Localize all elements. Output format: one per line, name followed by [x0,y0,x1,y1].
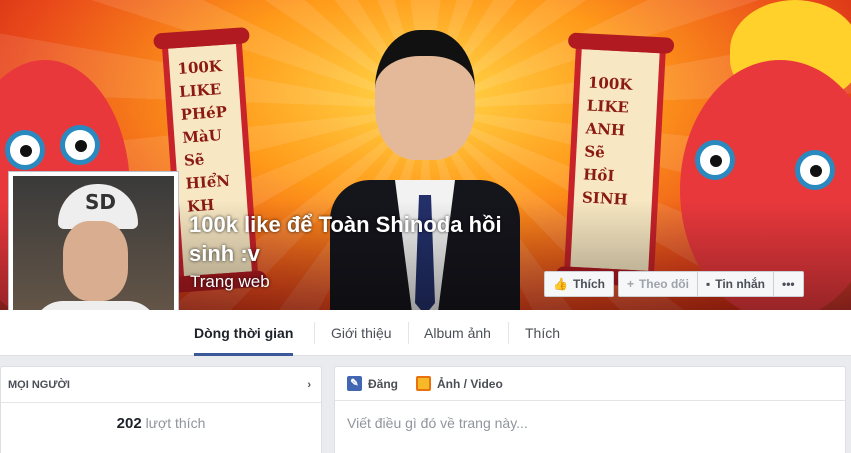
horse-eye [695,140,735,180]
tab-photos[interactable]: Album ảnh [424,310,491,356]
page-title[interactable]: 100k like để Toàn Shinoda hồi sinh :v [189,210,549,268]
chevron-right-icon: › [307,378,311,391]
follow-button-label: Theo dõi [638,277,689,291]
like-count-suffix: lượt thích [145,415,206,431]
page-root: 100K LIKE PHéP MàU Sẽ HIểN KH 100K LIKE … [0,0,851,453]
post-composer: ✎ Đăng Ảnh / Video Viết điều gì đó về tr… [334,366,846,453]
page-actions: 👍 Thích + Theo dõi ▪ Tin nhắn ••• [544,271,804,297]
photo-icon [416,376,431,391]
like-count-row: 202 lượt thích [1,403,321,432]
like-button-label: Thích [572,277,605,291]
horse-eye [60,125,100,165]
more-button[interactable]: ••• [773,271,804,297]
page-tabs: Dòng thời gian Giới thiệu Album ảnh Thíc… [0,310,851,356]
plus-icon: + [626,277,634,291]
horse-eye [795,150,835,190]
people-card-header[interactable]: MỌI NGƯỜI › [1,367,321,403]
tab-timeline[interactable]: Dòng thời gian [194,310,294,356]
page-category[interactable]: Trang web [190,272,270,292]
composer-post-tab[interactable]: ✎ Đăng [347,376,398,391]
composer-input[interactable]: Viết điều gì đó về trang này... [335,401,845,445]
thumbs-up-icon: 👍 [553,277,568,291]
more-icon: ••• [782,277,795,291]
message-button[interactable]: ▪ Tin nhắn [696,271,774,297]
horse-eye [5,130,45,170]
composer-post-label: Đăng [368,376,398,391]
like-button[interactable]: 👍 Thích [544,271,614,297]
scroll-right-text: 100K LIKE ANH Sẽ HồI SINH [581,73,633,209]
face [63,221,128,301]
people-card: MỌI NGƯỜI › 202 lượt thích [0,366,322,453]
scroll-left-text: 100K LIKE PHéP MàU Sẽ HIểN KH [176,56,231,216]
pencil-icon: ✎ [347,376,362,391]
follow-button[interactable]: + Theo dõi [617,271,697,297]
speech-bubble-icon: ▪ [705,277,711,291]
composer-tabs: ✎ Đăng Ảnh / Video [335,367,845,401]
tab-likes[interactable]: Thích [525,310,560,356]
composer-photo-label: Ảnh / Video [437,376,503,391]
message-button-label: Tin nhắn [715,277,766,291]
people-card-title: MỌI NGƯỜI [8,378,70,391]
tab-about[interactable]: Giới thiệu [331,310,392,356]
composer-photo-tab[interactable]: Ảnh / Video [416,376,503,391]
cap-logo-text: SD [85,190,117,214]
like-count: 202 [116,415,142,432]
